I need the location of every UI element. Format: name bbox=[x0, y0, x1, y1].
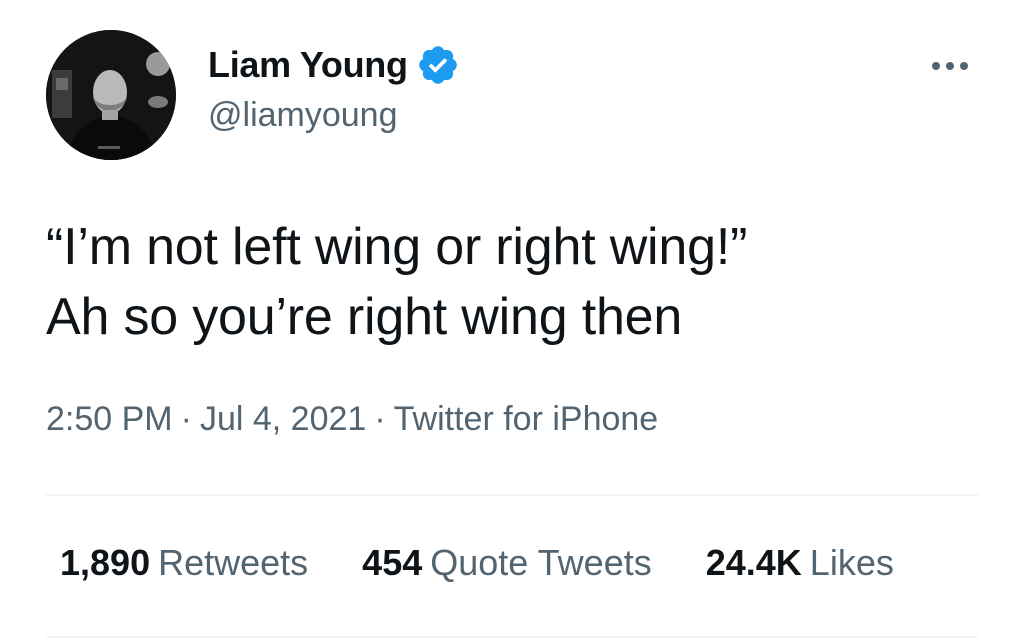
tweet-date[interactable]: Jul 4, 2021 bbox=[200, 400, 366, 438]
quote-tweets-stat[interactable]: 454 Quote Tweets bbox=[362, 542, 652, 584]
display-name[interactable]: Liam Young bbox=[208, 44, 408, 86]
divider bbox=[46, 636, 978, 638]
retweets-count: 1,890 bbox=[60, 542, 151, 583]
avatar[interactable] bbox=[46, 30, 176, 160]
more-options-icon bbox=[932, 62, 968, 70]
profile-photo-icon bbox=[46, 30, 176, 160]
retweets-stat[interactable]: 1,890 Retweets bbox=[60, 542, 308, 584]
divider bbox=[46, 494, 978, 496]
retweets-label: Retweets bbox=[158, 542, 309, 583]
likes-label: Likes bbox=[809, 542, 894, 583]
tweet-text: “I’m not left wing or right wing!” Ah so… bbox=[46, 212, 986, 352]
tweet-source[interactable]: Twitter for iPhone bbox=[394, 400, 659, 438]
verified-badge-icon bbox=[416, 43, 460, 87]
meta-separator: · bbox=[374, 400, 386, 438]
quote-tweets-count: 454 bbox=[362, 542, 423, 583]
author-row: Liam Young bbox=[208, 42, 460, 88]
tweet-stats: 1,890 Retweets 454 Quote Tweets 24.4K Likes bbox=[60, 542, 894, 584]
tweet-time[interactable]: 2:50 PM bbox=[46, 400, 173, 438]
quote-tweets-label: Quote Tweets bbox=[430, 542, 652, 583]
likes-stat[interactable]: 24.4K Likes bbox=[706, 542, 894, 584]
tweet-text-line: “I’m not left wing or right wing!” bbox=[46, 218, 748, 276]
tweet-card: Liam Young @liamyoung “I’m not left wing… bbox=[0, 0, 1024, 640]
tweet-meta: 2:50 PM · Jul 4, 2021 · Twitter for iPhone bbox=[46, 400, 658, 439]
tweet-text-line: Ah so you’re right wing then bbox=[46, 288, 683, 346]
more-options-button[interactable] bbox=[918, 48, 982, 84]
likes-count: 24.4K bbox=[705, 542, 802, 583]
author-handle[interactable]: @liamyoung bbox=[208, 96, 398, 135]
meta-separator: · bbox=[180, 400, 192, 438]
